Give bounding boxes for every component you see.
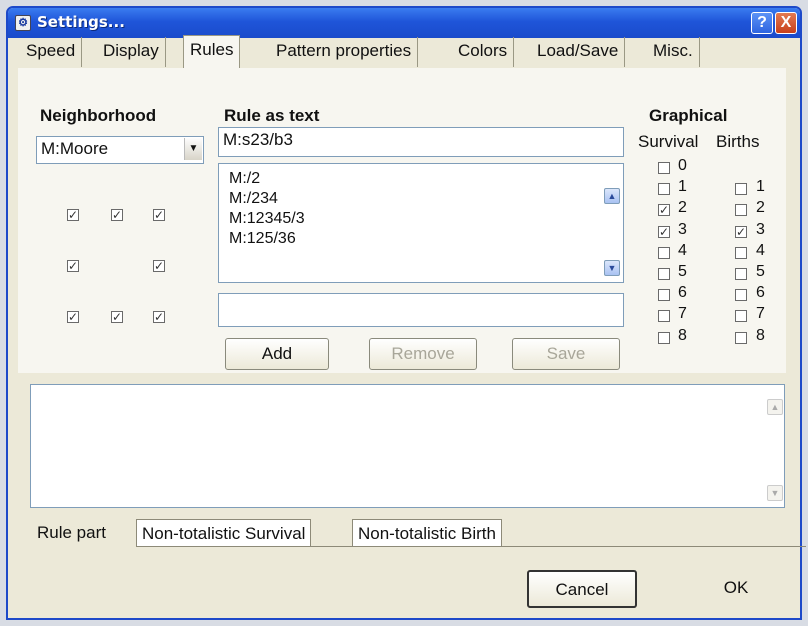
- survival-number-label: 1: [678, 178, 687, 196]
- title-bar[interactable]: ⚙ Settings... ? X: [8, 8, 800, 38]
- bottom-tab-divider: [136, 546, 806, 547]
- cancel-button[interactable]: Cancel: [527, 570, 637, 608]
- births-checkbox[interactable]: [735, 289, 747, 302]
- neighborhood-cell-checkbox[interactable]: ✓: [67, 311, 79, 323]
- neighborhood-cell-checkbox[interactable]: ✓: [153, 311, 165, 323]
- births-checkbox[interactable]: [735, 310, 747, 323]
- neighborhood-selected-value: M:Moore: [41, 139, 109, 158]
- rule-list-item[interactable]: M:/234: [229, 190, 278, 208]
- tab-speed[interactable]: Speed: [20, 37, 83, 67]
- survival-number-label: 4: [678, 241, 687, 259]
- survival-checkbox[interactable]: [658, 183, 670, 196]
- neighborhood-cell-checkbox[interactable]: ✓: [67, 209, 79, 221]
- rule-list-item[interactable]: M:12345/3: [229, 210, 305, 228]
- tab-rules[interactable]: Rules: [183, 35, 241, 68]
- births-number-label: 2: [756, 199, 765, 217]
- births-number-label: 3: [756, 220, 765, 238]
- survival-number-label: 5: [678, 263, 687, 280]
- tab-pattern-properties[interactable]: Pattern properties: [270, 37, 419, 67]
- settings-app-icon: ⚙: [15, 15, 31, 31]
- survival-checkbox[interactable]: ✓: [658, 225, 670, 238]
- births-checkbox[interactable]: [735, 331, 747, 344]
- tab-display[interactable]: Display: [97, 37, 166, 67]
- remove-button[interactable]: Remove: [369, 338, 477, 370]
- survival-checkbox[interactable]: [658, 162, 670, 174]
- close-button[interactable]: X: [775, 12, 797, 34]
- save-button[interactable]: Save: [512, 338, 620, 370]
- rule-list-item[interactable]: M:125/36: [229, 230, 296, 248]
- neighborhood-title: Neighborhood: [40, 106, 157, 125]
- tab-load-save[interactable]: Load/Save: [531, 37, 626, 67]
- births-checkbox[interactable]: [735, 246, 747, 259]
- scroll-down-icon[interactable]: ▼: [604, 260, 620, 276]
- births-checkbox[interactable]: [735, 204, 747, 217]
- neighborhood-cell-checkbox[interactable]: ✓: [111, 209, 123, 221]
- survival-checkbox[interactable]: [658, 331, 670, 344]
- rule-description-textarea[interactable]: ▲ ▼: [30, 384, 785, 508]
- rule-list[interactable]: M:/2 M:/234 M:12345/3 M:125/36 ▲ ▼: [218, 163, 624, 283]
- births-checkbox[interactable]: [735, 183, 747, 196]
- survival-number-label: 3: [678, 220, 687, 238]
- survival-checkbox[interactable]: ✓: [658, 204, 670, 217]
- survival-number-label: 6: [678, 284, 687, 302]
- births-number-label: 7: [756, 305, 765, 323]
- chevron-down-icon[interactable]: ▼: [184, 138, 202, 160]
- scroll-up-icon[interactable]: ▲: [604, 188, 620, 204]
- survival-checkbox[interactable]: [658, 310, 670, 323]
- scroll-up-icon[interactable]: ▲: [767, 399, 783, 415]
- tab-rule-part[interactable]: Rule part: [32, 519, 111, 547]
- ok-button[interactable]: OK: [680, 570, 792, 608]
- help-button[interactable]: ?: [751, 12, 773, 34]
- tab-non-totalistic-birth[interactable]: Non-totalistic Birth: [352, 519, 502, 547]
- tab-non-totalistic-survival[interactable]: Non-totalistic Survival: [136, 519, 312, 547]
- survival-number-label: 0: [678, 157, 687, 174]
- scroll-down-icon[interactable]: ▼: [767, 485, 783, 501]
- tab-colors[interactable]: Colors: [452, 37, 515, 67]
- settings-tab-strip: Speed Display Rules Pattern properties C…: [4, 35, 790, 68]
- rule-text-input[interactable]: M:s23/b3: [218, 127, 624, 157]
- neighborhood-cell-checkbox[interactable]: ✓: [67, 260, 79, 272]
- rule-text-title: Rule as text: [224, 106, 320, 125]
- births-number-label: 8: [756, 326, 765, 344]
- births-checkbox[interactable]: ✓: [735, 225, 747, 238]
- new-rule-input[interactable]: [218, 293, 624, 327]
- survival-number-label: 7: [678, 305, 687, 323]
- survival-checkbox[interactable]: [658, 246, 670, 259]
- births-number-label: 6: [756, 284, 765, 302]
- births-number-label: 4: [756, 241, 765, 259]
- neighborhood-cell-checkbox[interactable]: ✓: [153, 209, 165, 221]
- neighborhood-select[interactable]: M:Moore ▼: [36, 136, 204, 164]
- survival-number-label: 8: [678, 326, 687, 344]
- survival-checkbox[interactable]: [658, 289, 670, 302]
- survival-checkbox[interactable]: [658, 268, 670, 280]
- tab-misc[interactable]: Misc.: [647, 37, 700, 67]
- neighborhood-cell-checkbox[interactable]: ✓: [153, 260, 165, 272]
- add-button[interactable]: Add: [225, 338, 329, 370]
- births-number-label: 1: [756, 178, 765, 196]
- survival-number-label: 2: [678, 199, 687, 217]
- window-title: Settings...: [37, 13, 125, 31]
- neighborhood-cell-checkbox[interactable]: ✓: [111, 311, 123, 323]
- births-number-label: 5: [756, 263, 765, 280]
- survival-label: Survival: [638, 132, 699, 151]
- births-checkbox[interactable]: [735, 268, 747, 280]
- rule-list-item[interactable]: M:/2: [229, 170, 260, 188]
- graphical-title: Graphical: [649, 106, 728, 125]
- births-label: Births: [716, 132, 760, 151]
